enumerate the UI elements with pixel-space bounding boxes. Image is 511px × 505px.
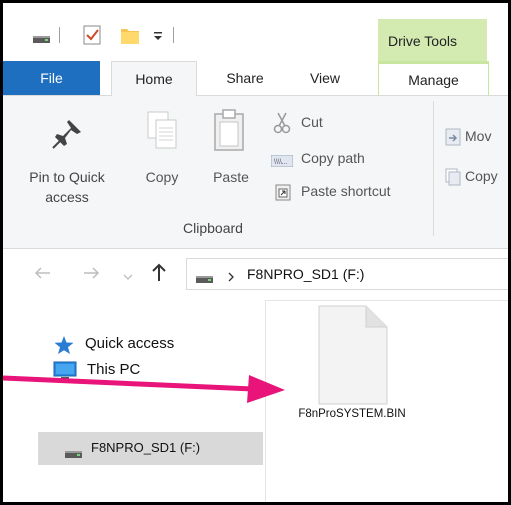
paste-shortcut-label: Paste shortcut (301, 183, 391, 199)
new-folder-icon[interactable] (120, 25, 140, 50)
ribbon-home: Pin to Quick access Copy Paste Cut \\\\.… (3, 96, 508, 249)
file-name-label: F8nProSYSTEM.BIN (298, 408, 406, 420)
drive-tools-label: Drive Tools (388, 33, 457, 49)
annotation-arrow (3, 375, 285, 403)
toolbar-separator (173, 27, 174, 43)
ribbon-tabs: File Home Share View Manage (3, 61, 508, 97)
paste-button[interactable]: Paste (203, 96, 259, 211)
copy-icon (146, 110, 178, 155)
cut-button[interactable]: Cut (269, 112, 419, 134)
forward-arrow-icon[interactable] (83, 265, 101, 286)
paste-label: Paste (213, 169, 249, 185)
tab-view[interactable]: View (293, 61, 357, 95)
move-to-icon (445, 128, 461, 151)
scissors-icon (273, 112, 291, 139)
nav-item-quick-access[interactable]: Quick access (53, 333, 253, 357)
move-to-label: Mov (465, 128, 492, 144)
tab-share[interactable]: Share (213, 61, 277, 95)
paste-shortcut-icon (275, 183, 291, 206)
pin-to-quick-access-button[interactable]: Pin to Quick access (3, 96, 131, 211)
blank-file-icon (318, 305, 388, 410)
pin-label-line2: access (45, 189, 89, 205)
properties-icon[interactable] (83, 25, 101, 50)
pin-label-line1: Pin to Quick (29, 169, 105, 185)
tab-home[interactable]: Home (111, 61, 197, 97)
clipboard-group-label: Clipboard (183, 220, 243, 236)
star-icon (53, 335, 75, 360)
drive-icon (65, 446, 82, 464)
paste-icon (213, 108, 247, 157)
copy-path-button[interactable]: \\\\... Copy path (269, 148, 419, 170)
paste-shortcut-button[interactable]: Paste shortcut (269, 181, 429, 203)
copy-path-label: Copy path (301, 150, 365, 166)
recent-locations-chevron-icon[interactable] (123, 268, 133, 286)
customize-toolbar-icon[interactable] (152, 29, 164, 47)
drive-tools-context-header: Drive Tools (378, 19, 487, 61)
address-drive-icon (196, 271, 213, 289)
copy-button[interactable]: Copy (135, 96, 189, 211)
pin-icon (51, 118, 83, 155)
tab-file[interactable]: File (3, 61, 100, 95)
svg-text:\\\\...: \\\\... (274, 159, 288, 166)
copy-label: Copy (145, 169, 179, 185)
up-arrow-icon[interactable] (151, 262, 167, 287)
cut-label: Cut (301, 114, 323, 130)
drive-icon[interactable] (33, 31, 50, 49)
nav-label-drive: F8NPRO_SD1 (F:) (91, 440, 201, 455)
copy-to-label: Copy (465, 168, 498, 184)
tab-manage[interactable]: Manage (378, 61, 489, 96)
breadcrumb-chevron-icon[interactable] (227, 269, 235, 287)
address-bar[interactable]: F8NPRO_SD1 (F:) (186, 258, 508, 290)
back-arrow-icon[interactable] (33, 265, 51, 286)
explorer-window: Drive Tools File Home Share View Manage … (0, 0, 511, 505)
breadcrumb-drive[interactable]: F8NPRO_SD1 (F:) (247, 266, 364, 282)
toolbar-separator (59, 27, 60, 43)
nav-item-drive-selected[interactable]: F8NPRO_SD1 (F:) (38, 432, 263, 465)
title-bar: Drive Tools (3, 3, 508, 61)
copy-path-icon: \\\\... (270, 154, 294, 172)
ribbon-group-separator (433, 101, 434, 236)
nav-label-quick-access: Quick access (85, 335, 175, 352)
address-row: F8NPRO_SD1 (F:) (3, 249, 508, 301)
copy-to-button[interactable]: Copy (443, 166, 508, 188)
move-to-button[interactable]: Mov (443, 126, 508, 148)
copy-to-icon (445, 168, 461, 191)
